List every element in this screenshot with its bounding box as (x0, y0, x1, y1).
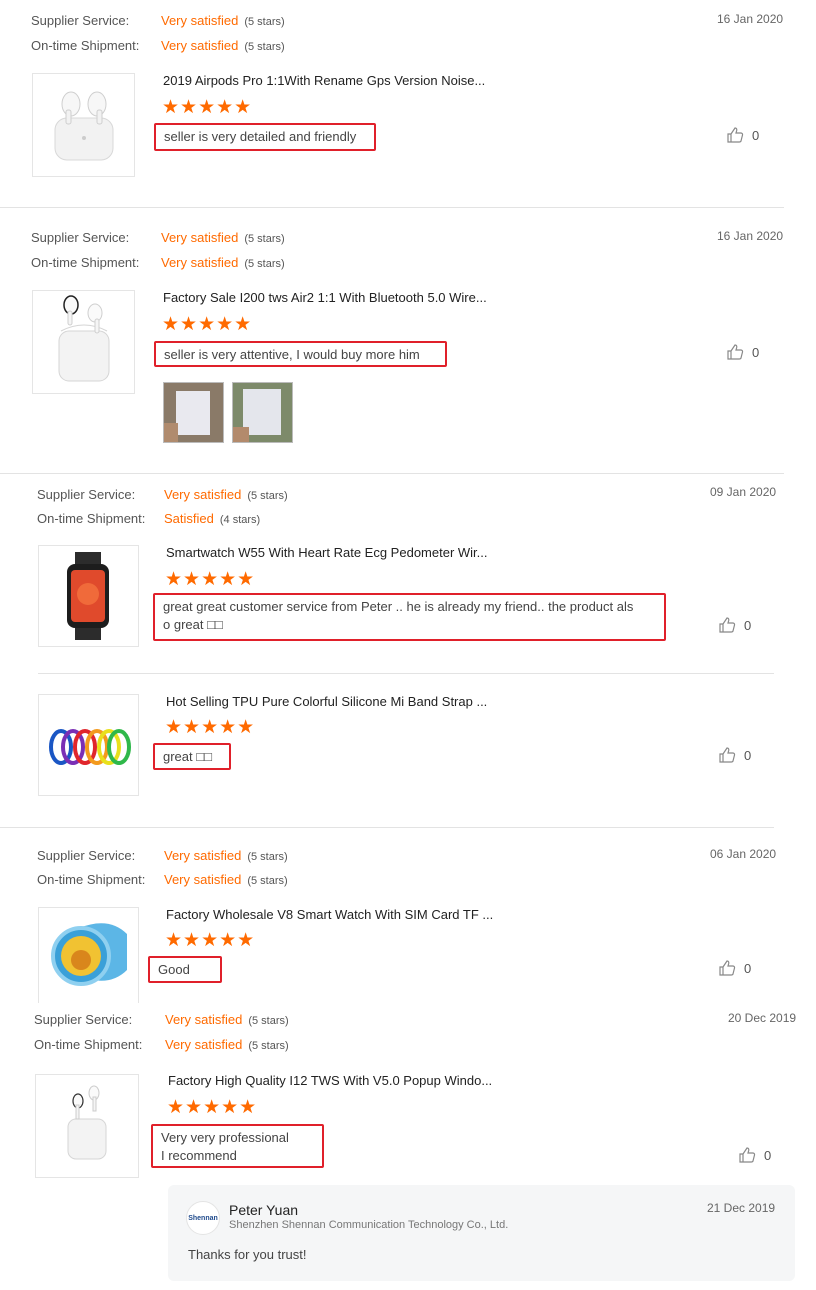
shipment-rating: Very satisfied (5 stars) (161, 38, 285, 53)
review-photo-2[interactable] (232, 382, 293, 443)
seller-name: Peter Yuan (229, 1202, 299, 1218)
product-title[interactable]: Factory Wholesale V8 Smart Watch With SI… (166, 907, 493, 922)
review-comment: great great customer service from Peter … (153, 593, 666, 641)
like-count: 0 (764, 1147, 772, 1163)
product-image-air2[interactable] (32, 290, 135, 394)
shipment-rating: Very satisfied (5 stars) (161, 255, 285, 270)
product-image-smartwatch-w55[interactable] (38, 545, 139, 647)
shipment-label: On-time Shipment: (34, 1037, 143, 1052)
review-comment: great □□ (153, 743, 231, 770)
like-button[interactable]: 0 (718, 959, 751, 977)
shipment-label: On-time Shipment: (31, 38, 140, 53)
thumbs-up-icon (727, 127, 744, 143)
shipment-rating: Satisfied (4 stars) (164, 511, 261, 526)
review-photo-1[interactable] (163, 382, 224, 443)
divider (0, 827, 774, 828)
supplier-rating: Very satisfied (5 stars) (165, 1012, 289, 1027)
review-comment: seller is very detailed and friendly (154, 123, 376, 151)
divider (0, 207, 784, 208)
review-date: 09 Jan 2020 (710, 485, 777, 499)
supplier-service-label: Supplier Service: (37, 487, 136, 502)
shipment-label: On-time Shipment: (37, 872, 146, 887)
supplier-rating: Very satisfied (5 stars) (164, 848, 288, 863)
review-date: 16 Jan 2020 (717, 12, 784, 26)
product-image-i12-tws[interactable] (35, 1074, 139, 1178)
star-rating: ★★★★★ (165, 930, 256, 951)
review-comment-line: Very very professional (161, 1130, 289, 1145)
product-title[interactable]: Factory Sale I200 tws Air2 1:1 With Blue… (163, 290, 487, 305)
star-rating: ★★★★★ (165, 569, 256, 590)
thumbs-up-icon (719, 960, 736, 976)
supplier-rating: Very satisfied (5 stars) (164, 487, 288, 502)
star-rating: ★★★★★ (165, 717, 256, 738)
like-button[interactable]: 0 (726, 126, 759, 144)
supplier-service-label: Supplier Service: (31, 13, 130, 28)
product-title[interactable]: 2019 Airpods Pro 1:1With Rename Gps Vers… (163, 73, 485, 88)
divider (0, 473, 784, 474)
like-count: 0 (752, 127, 760, 143)
star-rating: ★★★★★ (167, 1097, 258, 1118)
supplier-service-label: Supplier Service: (37, 848, 136, 863)
seller-company: Shenzhen Shennan Communication Technolog… (229, 1219, 509, 1231)
product-title[interactable]: Factory High Quality I12 TWS With V5.0 P… (168, 1073, 492, 1088)
review-date: 16 Jan 2020 (717, 229, 784, 243)
thumbs-up-icon (739, 1147, 756, 1163)
star-rating: ★★★★★ (162, 97, 253, 118)
review-date: 20 Dec 2019 (728, 1011, 797, 1025)
product-title[interactable]: Smartwatch W55 With Heart Rate Ecg Pedom… (166, 545, 488, 560)
shipment-rating: Very satisfied (5 stars) (165, 1037, 289, 1052)
review-date: 06 Jan 2020 (710, 847, 777, 861)
product-image-airpods-pro[interactable] (32, 73, 135, 177)
product-image-v8-watch[interactable] (38, 907, 139, 1003)
product-image-mi-band-strap[interactable] (38, 694, 139, 796)
review-comment-line: o great □□ (163, 617, 223, 632)
like-count: 0 (752, 344, 760, 360)
like-count: 0 (744, 747, 752, 763)
divider (38, 673, 774, 674)
shipment-label: On-time Shipment: (37, 511, 146, 526)
shipment-label: On-time Shipment: (31, 255, 140, 270)
reply-date: 21 Dec 2019 (707, 1201, 776, 1215)
thumbs-up-icon (719, 747, 736, 763)
like-count: 0 (744, 617, 752, 633)
review-comment-line: great great customer service from Peter … (163, 599, 634, 614)
review-comment: Good (148, 956, 222, 983)
thumbs-up-icon (719, 617, 736, 633)
like-button[interactable]: 0 (718, 616, 751, 634)
review-comment: Very very professional I recommend (151, 1124, 324, 1168)
supplier-service-label: Supplier Service: (34, 1012, 133, 1027)
shipment-rating: Very satisfied (5 stars) (164, 872, 288, 887)
like-button[interactable]: 0 (718, 746, 751, 764)
thumbs-up-icon (727, 344, 744, 360)
star-rating: ★★★★★ (162, 314, 253, 335)
review-comment: seller is very attentive, I would buy mo… (154, 341, 447, 367)
like-count: 0 (744, 960, 752, 976)
seller-avatar: Shennan (186, 1201, 220, 1235)
supplier-rating: Very satisfied (5 stars) (161, 230, 285, 245)
like-button[interactable]: 0 (738, 1146, 771, 1164)
supplier-rating: Very satisfied (5 stars) (161, 13, 285, 28)
supplier-service-label: Supplier Service: (31, 230, 130, 245)
seller-reply: Shennan Peter Yuan Shenzhen Shennan Comm… (168, 1185, 795, 1281)
product-title[interactable]: Hot Selling TPU Pure Colorful Silicone M… (166, 694, 487, 709)
review-comment-line: I recommend (161, 1148, 237, 1163)
like-button[interactable]: 0 (726, 343, 759, 361)
reply-text: Thanks for you trust! (188, 1247, 307, 1262)
